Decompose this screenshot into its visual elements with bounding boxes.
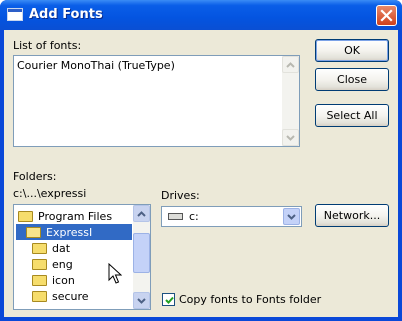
- mouse-cursor-icon: [108, 263, 122, 284]
- folder-item-label: Program Files: [38, 209, 113, 223]
- scroll-down-button[interactable]: [133, 292, 150, 309]
- open-folder-icon: [18, 210, 33, 222]
- folders-label: Folders:: [13, 170, 57, 183]
- dialog-body: List of fonts: Courier MonoThai (TrueTyp…: [4, 30, 398, 317]
- chevron-down-icon: [286, 134, 295, 141]
- folders-list[interactable]: Program Files ExpressI dat eng icon secu…: [13, 204, 151, 310]
- checkmark-icon: [165, 296, 174, 304]
- folder-item-dat[interactable]: dat: [32, 240, 70, 256]
- drive-icon: [168, 213, 183, 220]
- scroll-up-button[interactable]: [133, 205, 150, 222]
- folder-icon: [32, 242, 47, 254]
- title-bar[interactable]: Add Fonts: [0, 0, 402, 30]
- add-fonts-window: Add Fonts List of fonts: Courier MonoTha…: [0, 0, 402, 321]
- folder-icon: [32, 290, 47, 302]
- drives-select[interactable]: c:: [161, 206, 302, 227]
- window-title: Add Fonts: [29, 7, 103, 22]
- folder-item-secure[interactable]: secure: [32, 288, 89, 304]
- folder-item-label: ExpressI: [46, 225, 93, 239]
- folder-icon: [32, 258, 47, 270]
- folder-item-program-files[interactable]: Program Files: [18, 208, 112, 224]
- fonts-list-label: List of fonts:: [13, 39, 82, 52]
- copy-fonts-checkbox[interactable]: [162, 293, 175, 306]
- fonts-list[interactable]: Courier MonoThai (TrueType): [13, 55, 300, 147]
- close-icon: [380, 9, 393, 22]
- scroll-thumb[interactable]: [133, 233, 150, 273]
- chevron-up-icon: [137, 210, 146, 217]
- folder-item-expressi[interactable]: ExpressI: [16, 224, 132, 240]
- close-button[interactable]: Close: [315, 68, 389, 91]
- window-icon: [7, 8, 23, 21]
- folder-item-label: eng: [52, 257, 73, 271]
- scroll-down-button[interactable]: [282, 129, 299, 146]
- folders-list-scrollbar[interactable]: [133, 205, 150, 309]
- network-button[interactable]: Network...: [315, 204, 389, 227]
- drives-dropdown-button[interactable]: [283, 208, 300, 225]
- drive-value: c:: [189, 210, 199, 223]
- folder-item-label: icon: [52, 273, 75, 287]
- fonts-list-scrollbar[interactable]: [282, 56, 299, 146]
- open-folder-icon: [26, 226, 41, 238]
- close-window-button[interactable]: [376, 5, 397, 26]
- folder-item-label: dat: [52, 241, 71, 255]
- select-all-button[interactable]: Select All: [315, 104, 389, 127]
- folder-item-eng[interactable]: eng: [32, 256, 73, 272]
- font-list-item[interactable]: Courier MonoThai (TrueType): [17, 59, 175, 72]
- scroll-up-button[interactable]: [282, 56, 299, 73]
- drives-label: Drives:: [161, 189, 200, 202]
- ok-button[interactable]: OK: [315, 39, 389, 62]
- folder-item-icon[interactable]: icon: [32, 272, 75, 288]
- folder-item-label: secure: [52, 289, 89, 303]
- chevron-down-icon: [137, 297, 146, 304]
- copy-fonts-label: Copy fonts to Fonts folder: [179, 293, 322, 306]
- chevron-up-icon: [286, 61, 295, 68]
- folder-path: c:\...\expressi: [13, 187, 87, 200]
- chevron-down-icon: [287, 213, 296, 220]
- folder-icon: [32, 274, 47, 286]
